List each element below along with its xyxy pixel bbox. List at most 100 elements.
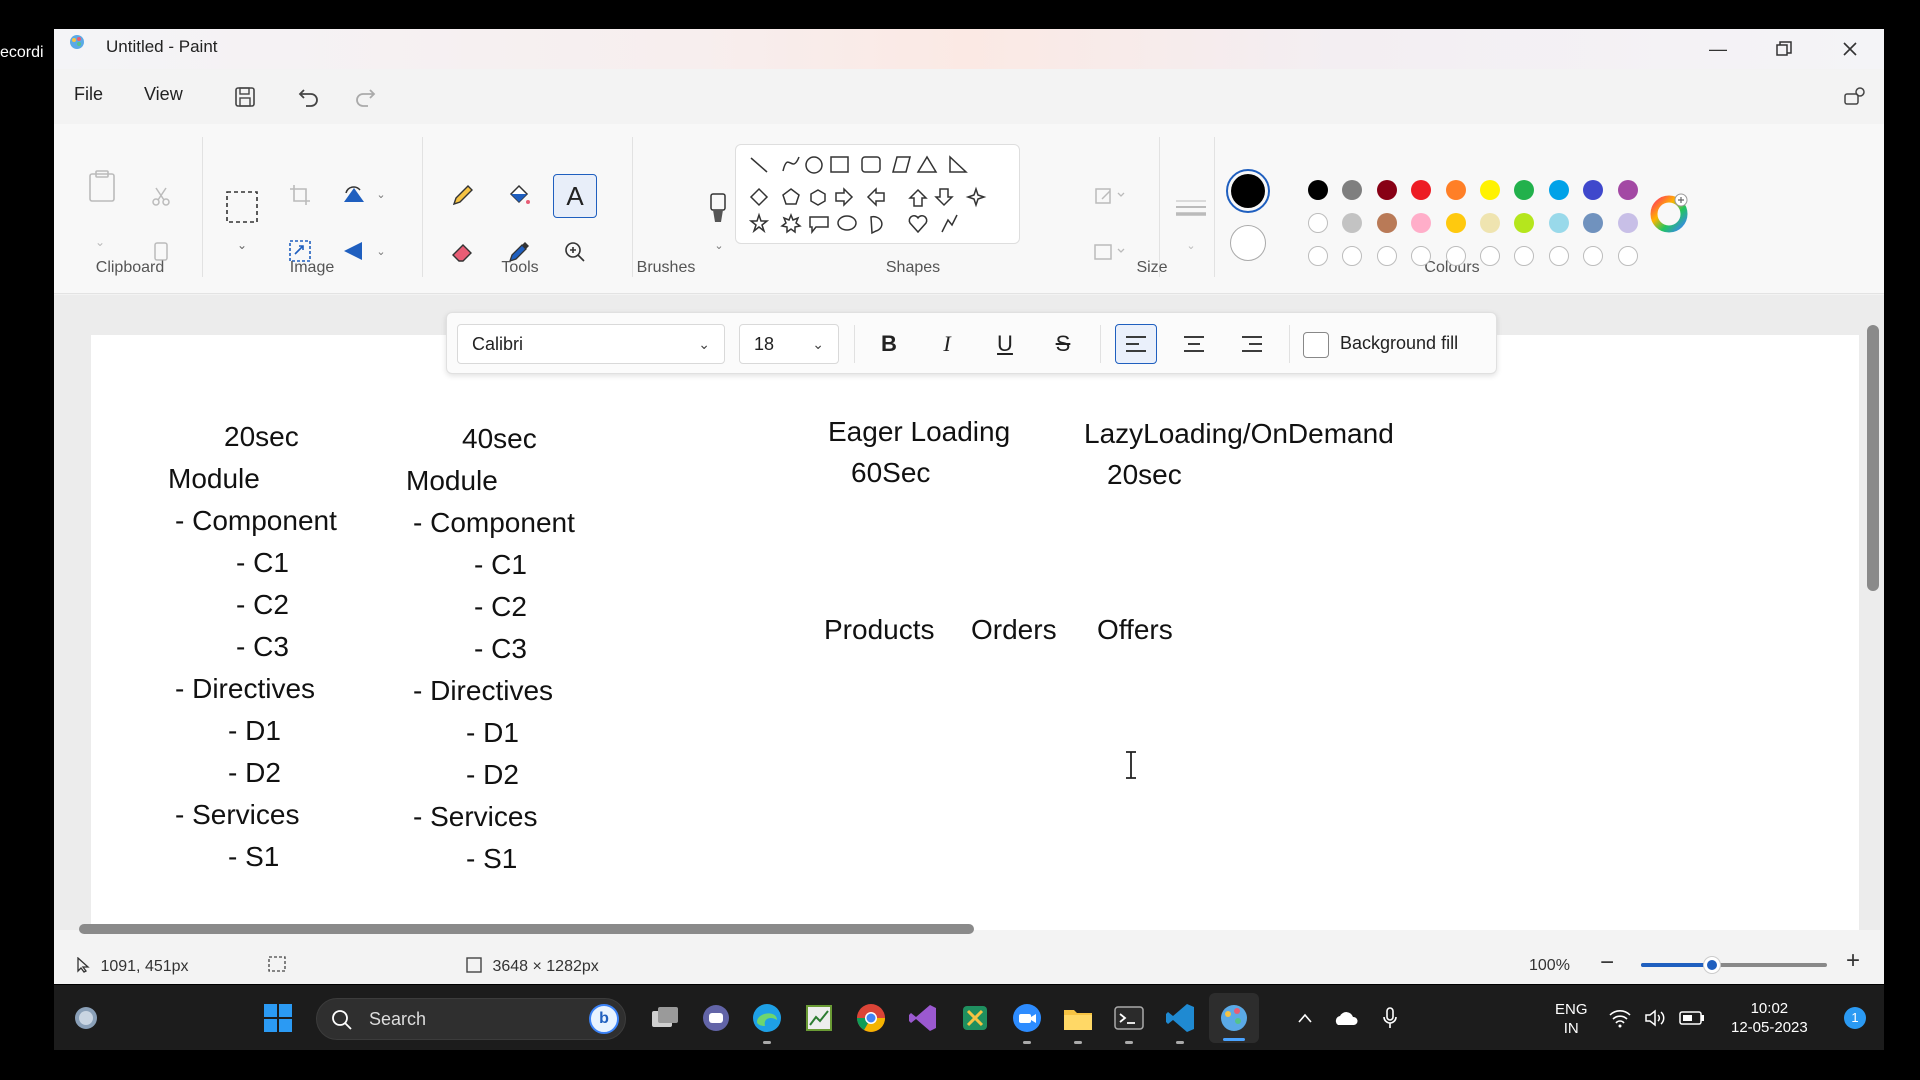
background-fill-checkbox[interactable] (1303, 332, 1329, 358)
brushes-button[interactable] (703, 189, 733, 229)
paste-button[interactable] (82, 161, 122, 211)
notification-badge[interactable]: 1 (1844, 1007, 1866, 1029)
color-swatch[interactable] (1376, 213, 1397, 233)
share-button[interactable] (1840, 82, 1870, 112)
start-button[interactable] (262, 1002, 294, 1034)
crop-button[interactable] (286, 181, 314, 209)
underline-button[interactable]: U (984, 324, 1026, 364)
taskbar-edge[interactable] (751, 1002, 783, 1044)
rotate-button[interactable] (340, 181, 368, 209)
rotate-dropdown[interactable]: ⌄ (374, 186, 388, 202)
color-swatch[interactable] (1548, 180, 1569, 200)
title-bar[interactable]: Untitled - Paint — (54, 29, 1884, 69)
fill-button[interactable] (504, 181, 534, 211)
color-swatch[interactable] (1376, 180, 1397, 200)
restore-button[interactable] (1754, 29, 1814, 69)
custom-color-slot[interactable] (1376, 246, 1397, 266)
redo-button[interactable] (350, 82, 380, 112)
taskbar-file-explorer[interactable] (1062, 1002, 1094, 1044)
color-swatch[interactable] (1445, 180, 1466, 200)
group-label-shapes: Shapes (885, 259, 941, 276)
taskbar-teams[interactable] (700, 1002, 732, 1034)
taskbar-search[interactable]: Search b (316, 998, 626, 1040)
taskbar-chrome[interactable] (855, 1002, 887, 1034)
primary-color-button[interactable] (1226, 169, 1270, 213)
align-left-button[interactable] (1115, 324, 1157, 364)
taskbar-snipping-tool[interactable] (959, 1002, 991, 1034)
color-swatch[interactable] (1308, 180, 1328, 200)
paste-dropdown[interactable]: ⌄ (90, 234, 110, 250)
outline-button[interactable] (1089, 181, 1129, 211)
line-shape-icon (750, 157, 768, 173)
fill-shape-button[interactable] (1089, 237, 1129, 267)
tray-microphone[interactable] (1374, 1002, 1406, 1034)
weather-widget[interactable] (70, 1002, 102, 1034)
taskbar-spreadsheet[interactable] (803, 1002, 835, 1034)
chevron-down-icon: ⌄ (94, 235, 106, 249)
taskbar-terminal[interactable] (1113, 1002, 1145, 1044)
cut-button[interactable] (146, 181, 176, 211)
zoom-out-button[interactable]: − (1600, 949, 1614, 977)
edit-colors-button[interactable] (1650, 192, 1691, 233)
zoom-in-button[interactable]: + (1846, 947, 1860, 975)
select-rectangle-icon (226, 191, 258, 223)
custom-color-slot[interactable] (1548, 246, 1569, 266)
taskbar-vscode[interactable] (1164, 1002, 1196, 1044)
recording-label: ecordi (0, 44, 44, 61)
color-swatch[interactable] (1308, 213, 1328, 233)
menu-file[interactable]: File (74, 84, 103, 105)
tray-wifi[interactable] (1604, 1002, 1636, 1034)
canvas-size: 3648 × 1282px (466, 957, 599, 976)
menu-view[interactable]: View (144, 84, 183, 105)
minimize-button[interactable]: — (1688, 29, 1748, 69)
clock[interactable]: 10:02 12-05-2023 (1731, 999, 1808, 1037)
color-swatch[interactable] (1617, 180, 1638, 200)
zoom-slider-thumb[interactable] (1704, 957, 1720, 973)
custom-color-slot[interactable] (1445, 246, 1466, 266)
color-swatch[interactable] (1548, 213, 1569, 233)
taskbar-visual-studio[interactable] (907, 1002, 939, 1034)
tray-volume[interactable] (1640, 1002, 1672, 1034)
pencil-button[interactable] (447, 181, 477, 211)
secondary-color-button[interactable] (1230, 225, 1266, 261)
text-tool-button[interactable]: A (553, 174, 597, 218)
magnifier-button[interactable] (560, 237, 590, 267)
eraser-button[interactable] (447, 237, 477, 267)
color-swatch[interactable] (1617, 213, 1638, 233)
color-swatch[interactable] (1480, 213, 1500, 233)
tray-onedrive[interactable] (1329, 1002, 1361, 1034)
flip-dropdown[interactable]: ⌄ (374, 243, 388, 259)
align-right-button[interactable] (1231, 324, 1273, 364)
bold-button[interactable]: B (868, 324, 910, 364)
italic-button[interactable]: I (926, 324, 968, 364)
outline-icon (1095, 188, 1125, 204)
align-center-button[interactable] (1173, 324, 1215, 364)
custom-color-slot[interactable] (1617, 246, 1638, 266)
font-size-select[interactable]: 18 ⌄ (739, 324, 839, 364)
taskbar-task-view[interactable] (649, 1002, 681, 1034)
taskbar-zoom[interactable] (1011, 1002, 1043, 1044)
tray-battery[interactable] (1676, 1002, 1708, 1034)
strikethrough-button[interactable]: S (1042, 324, 1084, 364)
flip-button[interactable] (340, 237, 368, 265)
custom-color-slot[interactable] (1480, 246, 1500, 266)
zoom-slider[interactable] (1641, 957, 1827, 973)
language-indicator[interactable]: ENG IN (1555, 1000, 1588, 1038)
vertical-scrollbar[interactable] (1867, 325, 1879, 591)
select-button[interactable] (224, 189, 260, 225)
zoom-level: 100% (1529, 957, 1570, 974)
font-family-select[interactable]: Calibri ⌄ (457, 324, 725, 364)
size-button[interactable] (1171, 194, 1211, 224)
save-button[interactable] (230, 82, 260, 112)
tray-overflow-button[interactable] (1289, 1002, 1321, 1034)
size-dropdown[interactable]: ⌄ (1184, 237, 1198, 253)
select-dropdown[interactable]: ⌄ (234, 237, 250, 253)
close-button[interactable] (1820, 29, 1880, 69)
brushes-dropdown[interactable]: ⌄ (712, 237, 726, 253)
horizontal-scrollbar[interactable] (79, 924, 974, 934)
color-swatch[interactable] (1445, 213, 1466, 233)
taskbar-paint-active[interactable] (1209, 993, 1259, 1043)
custom-color-slot[interactable] (1308, 246, 1328, 266)
undo-button[interactable] (294, 82, 324, 112)
color-swatch[interactable] (1480, 180, 1500, 200)
